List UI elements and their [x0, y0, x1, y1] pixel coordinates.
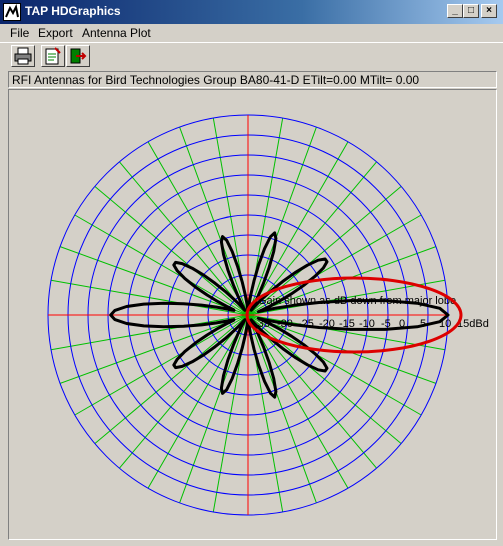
exit-button[interactable] [66, 45, 90, 67]
report-icon [42, 47, 64, 69]
scale-label: 0 [399, 318, 405, 330]
menu-file[interactable]: File [10, 26, 29, 40]
scale-label: 5 [420, 318, 426, 330]
title-bar: TAP HDGraphics _ □ × [0, 0, 503, 24]
report-button[interactable] [41, 45, 65, 67]
maximize-button[interactable]: □ [463, 4, 479, 18]
gain-annotation: Gain shown as dB down from major lobe [258, 295, 456, 307]
antenna-info-text: RFI Antennas for Bird Technologies Group… [12, 73, 420, 87]
menu-antenna-plot[interactable]: Antenna Plot [82, 26, 151, 40]
scale-label: -25 [298, 318, 314, 330]
scale-label: -20 [319, 318, 335, 330]
printer-icon [12, 47, 34, 69]
toolbar [0, 42, 503, 71]
scale-label: -10 [359, 318, 375, 330]
app-icon [3, 3, 21, 21]
scale-label: -35 [254, 318, 270, 330]
menu-export[interactable]: Export [38, 26, 73, 40]
print-button[interactable] [11, 45, 35, 67]
minimize-button[interactable]: _ [447, 4, 463, 18]
scale-label: -5 [381, 318, 391, 330]
close-button[interactable]: × [481, 4, 497, 18]
window-title: TAP HDGraphics [25, 4, 121, 18]
scale-label: 10 [439, 318, 451, 330]
scale-label: -15 [339, 318, 355, 330]
polar-plot-area: Gain shown as dB down from major lobe -35… [8, 89, 497, 540]
polar-plot: Gain shown as dB down from major lobe -35… [47, 114, 489, 516]
antenna-info-bar: RFI Antennas for Bird Technologies Group… [8, 71, 497, 88]
menu-bar: File Export Antenna Plot [0, 24, 503, 42]
scale-label: -30 [277, 318, 293, 330]
exit-icon [67, 48, 89, 69]
